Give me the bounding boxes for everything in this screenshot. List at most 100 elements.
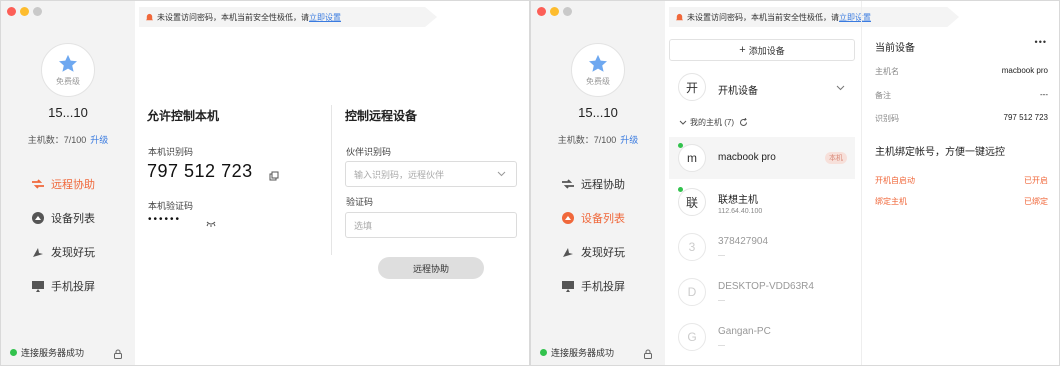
panel-title: 当前设备: [875, 43, 915, 54]
device-name: DESKTOP-VDD63R4: [718, 281, 814, 292]
sidebar-item-label: 设备列表: [51, 213, 95, 225]
device-name: macbook pro: [718, 152, 776, 163]
avatar[interactable]: 免费级: [571, 43, 625, 97]
eye-closed-icon[interactable]: [206, 221, 216, 227]
host-name-label: 主机名: [875, 67, 899, 76]
sidebar-item-label: 发现好玩: [581, 247, 625, 259]
sidebar-item-label: 设备列表: [581, 213, 625, 225]
device-ip: 112.64.40.100: [718, 208, 763, 215]
status-dot: [540, 349, 547, 356]
local-id: 797 512 723: [147, 161, 253, 181]
code-label: 验证码: [346, 197, 374, 207]
sidebar-item-remote-assist[interactable]: 远程协助: [31, 167, 95, 201]
window-controls: [7, 7, 42, 16]
boot-device-label: 开机设备: [718, 86, 758, 97]
close-window-button[interactable]: [7, 7, 16, 16]
status-dot: [10, 349, 17, 356]
id-label: 识别码: [875, 114, 899, 123]
sidebar-item-device-list[interactable]: 设备列表: [561, 201, 625, 235]
partner-id-placeholder: 输入识别码，远程伙伴: [354, 169, 445, 180]
add-device-label: 添加设备: [748, 45, 785, 56]
sidebar-item-discover[interactable]: 发现好玩: [31, 235, 95, 269]
local-pwd-label: 本机验证码: [148, 201, 194, 211]
code-input[interactable]: 选填: [345, 212, 517, 238]
lock-icon[interactable]: [643, 349, 653, 359]
chevron-down-icon: [679, 120, 687, 125]
set-password-link[interactable]: 立即设置: [309, 12, 341, 23]
autostart-label[interactable]: 开机自启动: [875, 175, 915, 186]
banner-text: 未设置访问密码，本机当前安全性极低，请: [157, 12, 309, 22]
close-window-button[interactable]: [537, 7, 546, 16]
upgrade-link[interactable]: 升级: [620, 135, 638, 145]
sidebar: 免费级 15...10 主机数：7/100 升级 远程协助 设备列表 发现好玩 手…: [1, 1, 135, 365]
my-hosts-group-header[interactable]: 我的主机 (7): [679, 117, 748, 128]
local-pwd: ••••••: [148, 214, 182, 225]
remote-assist-icon: [561, 177, 575, 191]
copy-icon[interactable]: [269, 171, 279, 181]
zoom-window-button[interactable]: [563, 7, 572, 16]
host-name-value: macbook pro: [1001, 66, 1048, 75]
lock-icon[interactable]: [113, 349, 123, 359]
online-dot: [678, 143, 683, 148]
device-detail-panel: 当前设备 ••• 主机名 macbook pro 备注 --- 识别码 797 …: [861, 1, 1059, 365]
bind-host-label[interactable]: 绑定主机: [875, 196, 907, 207]
sidebar-item-label: 发现好玩: [51, 247, 95, 259]
device-avatar: 联: [678, 188, 706, 216]
divider: [331, 105, 332, 255]
allow-control-title: 允许控制本机: [147, 109, 220, 123]
code-placeholder: 选填: [354, 220, 373, 231]
upgrade-link[interactable]: 升级: [90, 135, 108, 145]
chevron-down-icon[interactable]: [836, 85, 845, 91]
sidebar-item-discover[interactable]: 发现好玩: [561, 235, 625, 269]
sidebar-item-label: 远程协助: [51, 179, 95, 191]
add-device-button[interactable]: + 添加设备: [669, 39, 855, 61]
remote-assist-button[interactable]: 远程协助: [378, 257, 484, 279]
device-list-icon: [561, 211, 575, 225]
bind-host-value[interactable]: 已绑定: [1024, 196, 1048, 207]
window-controls: [537, 7, 572, 16]
note-value[interactable]: ---: [1040, 90, 1048, 99]
zoom-window-button[interactable]: [33, 7, 42, 16]
device-sub: —: [718, 297, 725, 304]
sidebar-item-remote-assist[interactable]: 远程协助: [561, 167, 625, 201]
device-avatar: D: [678, 278, 706, 306]
chevron-down-icon[interactable]: [497, 171, 506, 177]
screen-cast-icon: [561, 279, 575, 293]
note-label: 备注: [875, 91, 891, 100]
device-avatar: m: [678, 144, 706, 172]
device-sub: —: [718, 342, 725, 349]
sidebar-item-label: 手机投屏: [51, 281, 95, 293]
host-count: 主机数：7/100 升级: [1, 133, 135, 146]
local-machine-tag: 本机: [825, 152, 847, 164]
sidebar-item-screen-cast[interactable]: 手机投屏: [31, 269, 95, 303]
status-text: 连接服务器成功: [551, 348, 615, 358]
sidebar-item-device-list[interactable]: 设备列表: [31, 201, 95, 235]
bind-title: 主机绑定帐号，方便一键远控: [875, 147, 1005, 158]
username: 15...10: [578, 105, 618, 120]
connection-status: 连接服务器成功: [10, 346, 84, 359]
host-count-label: 主机数：7/100: [557, 135, 617, 145]
connection-status: 连接服务器成功: [540, 346, 614, 359]
minimize-window-button[interactable]: [550, 7, 559, 16]
status-text: 连接服务器成功: [21, 348, 85, 358]
partner-id-input[interactable]: 输入识别码，远程伙伴: [345, 161, 517, 187]
sidebar-item-screen-cast[interactable]: 手机投屏: [561, 269, 625, 303]
discover-icon: [31, 245, 45, 259]
more-icon[interactable]: •••: [1035, 37, 1047, 47]
device-name: 378427904: [718, 236, 769, 247]
device-name: 联想主机: [718, 195, 758, 206]
sidebar-nav: 远程协助 设备列表 发现好玩 手机投屏: [561, 167, 625, 303]
id-value: 797 512 723: [1003, 113, 1049, 122]
username: 15...10: [48, 105, 88, 120]
partner-id-label: 伙伴识别码: [346, 147, 392, 157]
avatar[interactable]: 免费级: [41, 43, 95, 97]
sidebar-nav: 远程协助 设备列表 发现好玩 手机投屏: [31, 167, 95, 303]
refresh-icon[interactable]: [739, 118, 748, 127]
autostart-value[interactable]: 已开启: [1024, 175, 1048, 186]
remote-assist-icon: [31, 177, 45, 191]
device-list-icon: [31, 211, 45, 225]
level-label: 免费级: [56, 77, 80, 86]
minimize-window-button[interactable]: [20, 7, 29, 16]
star-icon: [59, 54, 77, 72]
remote-assist-window: 免费级 15...10 主机数：7/100 升级 远程协助 设备列表 发现好玩 手…: [0, 0, 530, 366]
